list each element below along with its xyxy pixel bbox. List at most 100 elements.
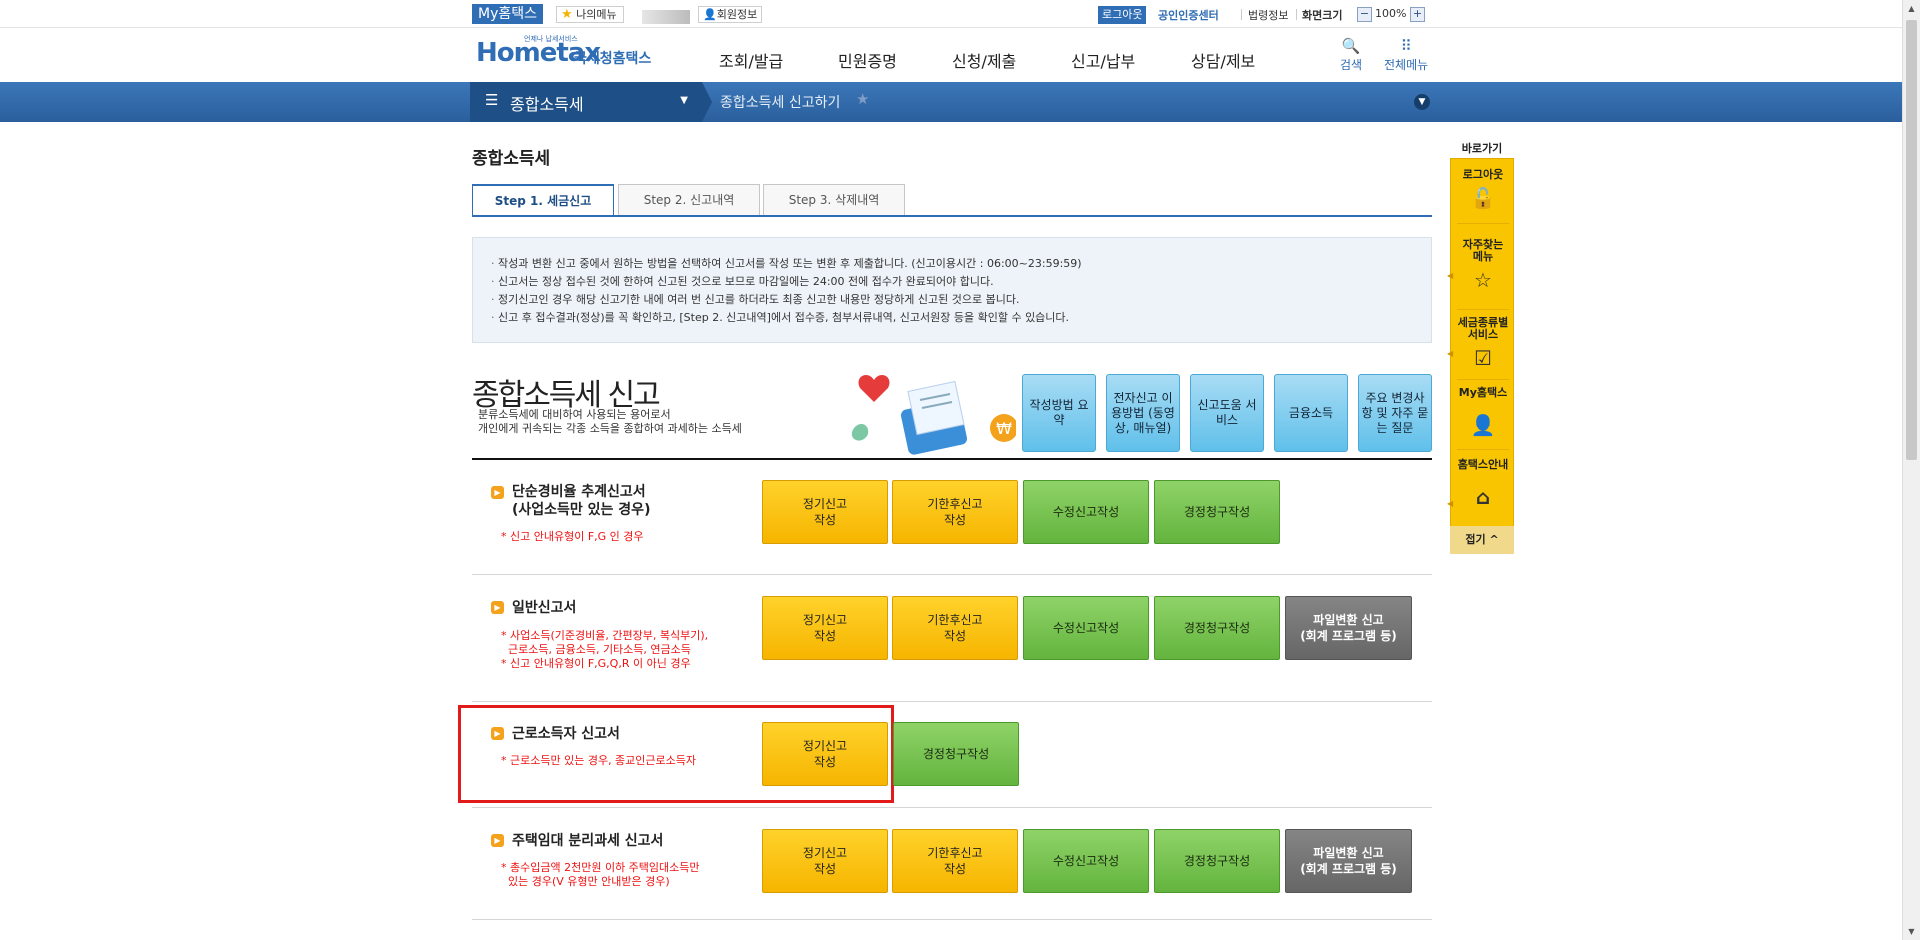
late-filing-button[interactable]: 기한후신고 작성 [892, 480, 1018, 544]
quick-menu-collapse-button[interactable]: 접기 ^ [1450, 526, 1514, 554]
search-label: 검색 [1340, 58, 1363, 72]
hometax-logo[interactable]: 언제나 납세서비스 Hometax 국세청홈택스 [470, 30, 670, 78]
quick-my-hometax-label: My홈택스 [1458, 386, 1508, 399]
regular-filing-button[interactable]: 정기신고 작성 [762, 829, 888, 893]
divider [1457, 449, 1509, 450]
tab-step1[interactable]: Step 1. 세금신고 [472, 184, 614, 215]
scroll-thumb[interactable] [1906, 20, 1917, 460]
law-info-link[interactable]: 법령정보 [1248, 7, 1288, 23]
amended-filing-button[interactable]: 수정신고작성 [1023, 596, 1149, 660]
scroll-down-icon[interactable]: ▼ [1903, 923, 1920, 940]
late-filing-button[interactable]: 기한후신고 작성 [892, 596, 1018, 660]
faq-changes-button[interactable]: 주요 변경사항 및 자주 묻는 질문 [1358, 374, 1432, 452]
scroll-up-icon[interactable]: ▲ [1903, 0, 1920, 17]
checkbox-icon: ☑ [1474, 346, 1492, 370]
divider [1457, 379, 1509, 380]
section-title: 주택임대 분리과세 신고서 [512, 833, 664, 849]
envelope-heart-illustration: ₩ [851, 374, 1016, 455]
favorite-star-icon[interactable]: ★ [856, 90, 869, 108]
screen-size-label: 화면크기 [1302, 9, 1343, 22]
amended-filing-button[interactable]: 수정신고작성 [1023, 829, 1149, 893]
search-button[interactable]: 🔍 검색 [1340, 38, 1362, 73]
my-menu-button[interactable]: ★ 나의메뉴 [556, 6, 624, 23]
tab-step3[interactable]: Step 3. 삭제내역 [763, 184, 905, 215]
nav-bar: ☰ 종합소득세 ▼ 종합소득세 신고하기 ★ ▼ [0, 82, 1902, 122]
house-icon: ⌂ [1475, 485, 1491, 509]
amended-filing-button[interactable]: 수정신고작성 [1023, 480, 1149, 544]
file-conversion-button[interactable]: 파일변환 신고 (회계 프로그램 등) [1285, 596, 1412, 660]
caret-left-icon: ◀ [1447, 349, 1454, 358]
quick-my-hometax[interactable]: My홈택스 👤 [1451, 386, 1515, 438]
quick-tax-services[interactable]: 세금종류별 서비스 ☑ [1451, 316, 1515, 371]
logout-button[interactable]: 로그아웃 [1098, 6, 1147, 24]
vertical-scrollbar[interactable]: ▲ ▼ [1902, 0, 1920, 940]
notice-item: 신고 후 접수결과(정상)를 꼭 확인하고, [Step 2. 신고내역]에서 … [491, 309, 1431, 327]
notice-item: 작성과 변환 신고 중에서 원하는 방법을 선택하여 신고서를 작성 또는 변환… [491, 255, 1431, 273]
regular-filing-button[interactable]: 정기신고 작성 [762, 722, 888, 786]
section-description: 분류소득세에 대비하여 사용되는 용어로서 개인에게 귀속되는 각종 소득을 종… [478, 408, 742, 436]
section-note: * 총수입금액 2천만원 이하 주택임대소득만 [501, 861, 700, 874]
arrow-icon: ▶ [491, 727, 504, 740]
financial-income-button[interactable]: 금융소득 [1274, 374, 1348, 452]
all-menu-button[interactable]: ⠿ 전체메뉴 [1384, 38, 1428, 73]
gnb-item-application[interactable]: 신청/제출 [952, 48, 1016, 72]
e-filing-guide-button[interactable]: 전자신고 이용방법 (동영상, 매뉴얼) [1106, 374, 1180, 452]
search-icon: 🔍 [1341, 37, 1361, 55]
correction-claim-button[interactable]: 경정청구작성 [1154, 829, 1280, 893]
section-note: * 사업소득(기준경비율, 간편장부, 복식부기), [501, 629, 709, 642]
logo-korean: 국세청홈택스 [574, 51, 652, 67]
divider [472, 574, 1432, 575]
section-note: * 신고 안내유형이 F,G 인 경우 [501, 530, 644, 543]
caret-left-icon: ◀ [1447, 499, 1454, 508]
divider [472, 458, 1432, 460]
header: 언제나 납세서비스 Hometax 국세청홈택스 조회/발급 민원증명 신청/제… [0, 28, 1902, 82]
divider [472, 807, 1432, 808]
my-hometax-link[interactable]: My홈택스 [472, 4, 544, 24]
late-filing-button[interactable]: 기한후신고 작성 [892, 829, 1018, 893]
quick-menu: 바로가기 로그아웃 🔓 자주찾는 메뉴 ☆ ◀ 세금종류별 서비스 ☑ ◀ My홈택스… [1447, 140, 1514, 554]
section-note: * 근로소득만 있는 경우, 종교인근로소득자 [501, 754, 697, 767]
divider [472, 919, 1432, 920]
divider [1296, 9, 1297, 20]
correction-claim-button[interactable]: 경정청구작성 [893, 722, 1019, 786]
correction-claim-button[interactable]: 경정청구작성 [1154, 596, 1280, 660]
svg-text:₩: ₩ [996, 419, 1012, 438]
section-title: 단순경비율 추계신고서 [512, 484, 646, 500]
gnb-item-consult[interactable]: 상담/제보 [1191, 48, 1255, 72]
certificate-center-link[interactable]: 공인인증센터 [1158, 7, 1219, 23]
person-icon: 👤 [703, 8, 717, 21]
star-outline-icon: ☆ [1474, 268, 1492, 292]
menu-title: 종합소득세 [510, 95, 584, 114]
regular-filing-button[interactable]: 정기신고 작성 [762, 480, 888, 544]
gnb-item-certificate[interactable]: 민원증명 [838, 48, 897, 72]
divider [472, 701, 1432, 702]
divider [1457, 223, 1509, 224]
gnb-item-filing[interactable]: 신고/납부 [1071, 48, 1135, 72]
quick-hometax-guide[interactable]: 홈택스안내 ⌂ [1451, 459, 1515, 510]
zoom-out-button[interactable]: − [1357, 7, 1372, 22]
filing-help-button[interactable]: 신고도움 서비스 [1190, 374, 1264, 452]
grid-icon: ⠿ [1400, 37, 1412, 55]
tab-step2[interactable]: Step 2. 신고내역 [618, 184, 760, 215]
all-menu-label: 전체메뉴 [1384, 58, 1429, 72]
member-info-button[interactable]: 👤회원정보 [698, 6, 763, 23]
my-menu-label: 나의메뉴 [576, 8, 617, 21]
breadcrumb: 종합소득세 신고하기 [720, 95, 841, 111]
menu-dropdown[interactable]: ☰ 종합소득세 ▼ [470, 82, 702, 122]
quick-logout[interactable]: 로그아웃 🔓 [1451, 168, 1515, 211]
tab-underline [472, 215, 1432, 217]
guide-summary-button[interactable]: 작성방법 요약 [1022, 374, 1096, 452]
hamburger-icon: ☰ [485, 91, 499, 109]
file-conversion-button[interactable]: 파일변환 신고 (회계 프로그램 등) [1285, 829, 1412, 893]
page: My홈택스 ★ 나의메뉴 👤회원정보 로그아웃 공인인증센터 법령정보 화면크기… [0, 0, 1920, 940]
quick-menu-title: 바로가기 [1461, 142, 1503, 155]
chevron-down-icon[interactable]: ▼ [1414, 94, 1430, 110]
regular-filing-button[interactable]: 정기신고 작성 [762, 596, 888, 660]
correction-claim-button[interactable]: 경정청구작성 [1154, 480, 1280, 544]
member-info-label: 회원정보 [716, 8, 758, 21]
quick-tax-services-label: 세금종류별 서비스 [1457, 316, 1509, 341]
quick-favorites[interactable]: 자주찾는 메뉴 ☆ [1451, 239, 1515, 293]
gnb-item-inquiry[interactable]: 조회/발급 [719, 48, 783, 72]
quick-logout-label: 로그아웃 [1462, 168, 1504, 181]
zoom-in-button[interactable]: + [1410, 7, 1425, 22]
